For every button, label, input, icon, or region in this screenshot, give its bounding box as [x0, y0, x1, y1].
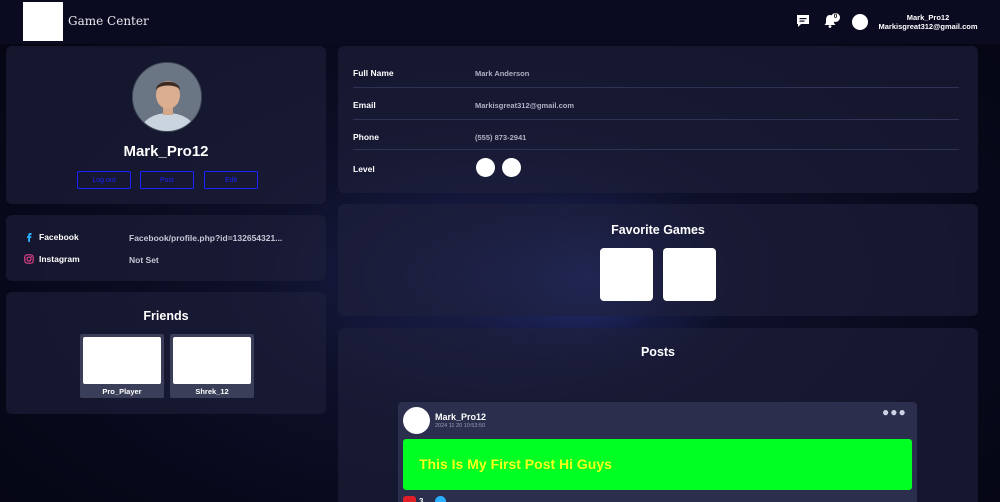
full-name-value: Mark Anderson	[475, 69, 530, 78]
level-badge	[502, 158, 521, 177]
logout-button[interactable]: Log out	[77, 171, 131, 189]
friend-card[interactable]: Pro_Player	[80, 334, 164, 398]
post-button[interactable]: Post	[140, 171, 194, 189]
post-username[interactable]: Mark_Pro12	[435, 412, 486, 422]
notification-badge: 0	[831, 13, 840, 22]
social-instagram: Instagram	[24, 254, 80, 264]
profile-username: Mark_Pro12	[123, 143, 209, 160]
profile-avatar	[132, 62, 202, 132]
posts-title: Posts	[640, 345, 676, 359]
social-card	[6, 215, 326, 281]
phone-label: Phone	[353, 132, 379, 142]
chat-icon[interactable]	[796, 14, 810, 28]
email-label: Email	[353, 100, 376, 110]
post-item: Mark_Pro12 2024 11 20 10:53:50 ●●● This …	[398, 402, 917, 502]
user-avatar[interactable]	[852, 14, 868, 30]
site-logo[interactable]	[23, 2, 63, 41]
post-content: This Is My First Post Hi Guys	[403, 439, 912, 490]
instagram-value: Not Set	[129, 255, 159, 265]
friend-avatar	[83, 337, 161, 384]
facebook-label: Facebook	[39, 232, 79, 242]
post-avatar[interactable]	[403, 407, 430, 434]
like-count: 3	[419, 496, 424, 502]
user-name: Mark_Pro12	[906, 13, 950, 22]
post-timestamp: 2024 11 20 10:53:50	[435, 423, 486, 429]
full-name-label: Full Name	[353, 68, 394, 78]
social-facebook: Facebook	[24, 232, 79, 242]
favorite-game-tile[interactable]	[663, 248, 716, 301]
user-email: Markisgreat312@gmail.com	[878, 22, 978, 31]
friend-name: Shrek_12	[195, 387, 229, 396]
friends-title: Friends	[143, 309, 189, 323]
comment-icon	[435, 496, 446, 502]
favorite-games-title: Favorite Games	[611, 223, 705, 237]
instagram-label: Instagram	[39, 254, 80, 264]
friend-name: Pro_Player	[102, 387, 142, 396]
divider	[353, 87, 959, 88]
email-value: Markisgreat312@gmail.com	[475, 101, 575, 110]
divider	[353, 119, 959, 120]
friend-card[interactable]: Shrek_12	[170, 334, 254, 398]
instagram-icon	[24, 254, 34, 264]
like-button[interactable]: 3	[403, 496, 423, 502]
user-menu[interactable]: Mark_Pro12 Markisgreat312@gmail.com	[873, 13, 983, 31]
divider	[353, 149, 959, 150]
favorite-games-card	[338, 204, 978, 316]
more-options-icon[interactable]: ●●●	[882, 405, 907, 419]
site-title: Game Center	[68, 14, 149, 28]
level-badge	[476, 158, 495, 177]
level-label: Level	[353, 164, 375, 174]
comment-button[interactable]	[435, 496, 446, 502]
friend-avatar	[173, 337, 251, 384]
edit-button[interactable]: Edit	[204, 171, 258, 189]
like-icon	[403, 496, 416, 502]
favorite-game-tile[interactable]	[600, 248, 653, 301]
top-navbar: Game Center 0 Mark_Pro12 Markisgreat312@…	[0, 0, 1000, 44]
facebook-icon	[24, 232, 34, 242]
phone-value: (555) 873-2941	[475, 133, 527, 142]
facebook-value[interactable]: Facebook/profile.php?id=132654321...	[129, 233, 282, 243]
